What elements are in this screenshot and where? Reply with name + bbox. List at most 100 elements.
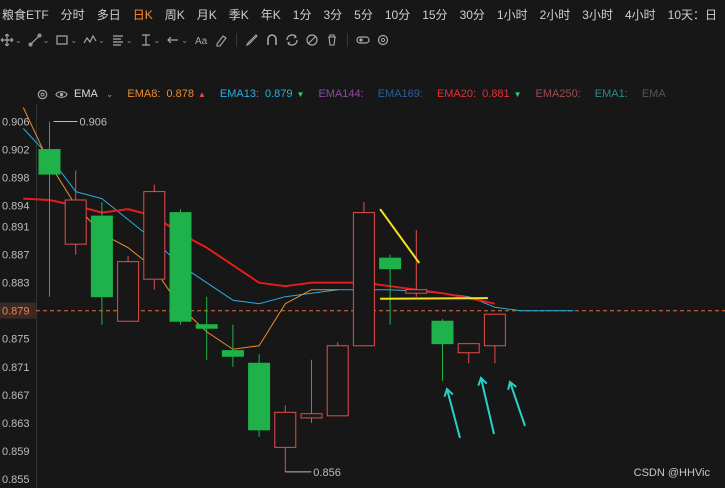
tab-16[interactable]: 3小时 xyxy=(576,6,619,23)
watermark: CSDN @HHVic xyxy=(633,467,710,479)
ema-legend: EMA ⌄ EMA8: 0.878 ▲ EMA13: 0.879 ▼ EMA144: EMA169… xyxy=(0,84,725,104)
legend-name: EMA13: xyxy=(219,88,259,100)
crosshair-icon[interactable]: ⌄ xyxy=(0,28,22,52)
legend-item: EMA144: xyxy=(318,88,363,100)
delete-icon[interactable] xyxy=(325,28,339,52)
current-price-label: 0.879 xyxy=(2,306,30,318)
svg-text:Aa: Aa xyxy=(195,36,208,47)
tab-13[interactable]: 30分 xyxy=(454,6,491,23)
legend-item: EMA169: xyxy=(378,88,423,100)
trend-arrow-icon: ▼ xyxy=(296,89,305,99)
candle xyxy=(38,149,61,175)
chevron-down-icon[interactable]: ⌄ xyxy=(106,89,114,100)
legend-name: EMA169: xyxy=(377,88,423,100)
eraser-icon[interactable] xyxy=(214,28,228,52)
tab-10[interactable]: 5分 xyxy=(348,6,379,23)
chevron-down-icon[interactable]: ⌄ xyxy=(126,36,133,45)
tab-6[interactable]: 季K xyxy=(223,6,255,23)
tab-3[interactable]: 日K xyxy=(127,6,159,23)
tab-12[interactable]: 15分 xyxy=(416,6,453,23)
chevron-down-icon[interactable]: ⌄ xyxy=(154,36,161,45)
y-tick-label: 0.863 xyxy=(2,418,30,430)
y-tick-label: 0.867 xyxy=(2,390,30,402)
y-tick-label: 0.871 xyxy=(2,362,30,374)
y-tick-label: 0.855 xyxy=(2,474,30,486)
candle xyxy=(248,362,271,431)
legend-item: EMA1: xyxy=(595,88,628,100)
wave-icon[interactable]: ⌄ xyxy=(83,28,105,52)
fib-level-icon[interactable]: ⌄ xyxy=(139,28,161,52)
tab-9[interactable]: 3分 xyxy=(317,6,348,23)
candlestick-chart[interactable]: 0.906 0.902 0.898 0.894 0.891 0.887 0.883 0.879… xyxy=(0,104,725,488)
tab-5[interactable]: 月K xyxy=(191,6,223,23)
y-tick-label: 0.883 xyxy=(2,278,30,290)
toolbar-separator xyxy=(235,33,237,47)
y-tick-label: 0.906 xyxy=(2,117,30,129)
settings-icon[interactable] xyxy=(376,28,390,52)
candle xyxy=(379,257,402,270)
trend-line-icon[interactable]: ⌄ xyxy=(28,28,50,52)
yellow-support-line xyxy=(380,297,488,300)
legend-value: 0.881 xyxy=(482,88,510,100)
visibility-icon[interactable] xyxy=(356,28,370,52)
chevron-down-icon[interactable]: ⌄ xyxy=(70,36,77,45)
trend-arrow-icon: ▼ xyxy=(513,89,522,99)
tab-8[interactable]: 1分 xyxy=(287,6,318,23)
hide-icon[interactable] xyxy=(305,28,319,52)
chevron-down-icon[interactable]: ⌄ xyxy=(181,36,188,45)
magnet-icon[interactable] xyxy=(265,28,279,52)
candle xyxy=(326,345,349,417)
indicator-selector[interactable]: EMA ⌄ xyxy=(74,88,113,100)
trend-arrow-icon: ▲ xyxy=(197,89,206,99)
legend-name: EMA144: xyxy=(318,88,364,100)
rectangle-icon[interactable]: ⌄ xyxy=(55,28,77,52)
parallel-lines-icon[interactable]: ⌄ xyxy=(111,28,133,52)
legend-item: EMA20: 0.881 ▼ xyxy=(437,88,522,100)
drawing-toolbar: ⌄ ⌄ ⌄ ⌄ ⌄ ⌄ ⌄ Aa xyxy=(0,28,725,52)
indicator-name: EMA xyxy=(74,88,98,100)
tab-14[interactable]: 1小时 xyxy=(491,6,534,23)
arrow-annotation-1-shaft xyxy=(446,388,461,439)
y-tick-label: 0.902 xyxy=(2,145,30,157)
y-tick-label: 0.887 xyxy=(2,250,30,262)
y-tick-label: 0.859 xyxy=(2,446,30,458)
arrow-annotation-2-shaft xyxy=(480,377,495,435)
legend-name: EMA xyxy=(641,88,666,100)
candle xyxy=(274,411,297,448)
y-tick-label: 0.894 xyxy=(2,201,30,213)
chevron-down-icon[interactable]: ⌄ xyxy=(98,36,105,45)
tab-0[interactable]: 粮食ETF xyxy=(0,6,55,23)
tab-4[interactable]: 周K xyxy=(159,6,191,23)
legend-item: EMA xyxy=(642,88,666,100)
candle xyxy=(169,212,192,322)
tab-2[interactable]: 多日 xyxy=(91,6,127,23)
chevron-down-icon[interactable]: ⌄ xyxy=(43,36,50,45)
period-tab-bar: 粮食ETF 分时 多日 日K 周K 月K 季K 年K 1分 3分 5分 10分 15分 30分 1小时 2小时… xyxy=(0,0,725,28)
candle xyxy=(300,413,323,419)
sync-icon[interactable] xyxy=(285,28,299,52)
arrow-icon[interactable]: ⌄ xyxy=(166,28,188,52)
toolbar-separator xyxy=(346,33,348,47)
pen-icon[interactable] xyxy=(245,28,259,52)
tab-17[interactable]: 4小时 xyxy=(619,6,662,23)
gear-icon[interactable] xyxy=(36,88,49,101)
chevron-down-icon[interactable]: ⌄ xyxy=(15,36,22,45)
candle xyxy=(483,313,506,347)
tab-7[interactable]: 年K xyxy=(255,6,287,23)
text-icon[interactable]: Aa xyxy=(194,28,208,52)
candle xyxy=(352,212,375,347)
candle xyxy=(90,215,113,298)
candle xyxy=(117,261,140,322)
candle xyxy=(221,350,244,357)
tab-1[interactable]: 分时 xyxy=(55,6,91,23)
tab-15[interactable]: 2小时 xyxy=(534,6,577,23)
tab-11[interactable]: 10分 xyxy=(379,6,416,23)
legend-item: EMA250: xyxy=(536,88,581,100)
eye-icon[interactable] xyxy=(55,88,68,101)
candle xyxy=(195,324,218,329)
candle xyxy=(64,199,87,245)
low-label: 0.856 xyxy=(313,467,341,479)
tab-18[interactable]: 10天：日 xyxy=(662,6,723,23)
candle xyxy=(143,191,166,280)
legend-item: EMA13: 0.879 ▼ xyxy=(220,88,305,100)
